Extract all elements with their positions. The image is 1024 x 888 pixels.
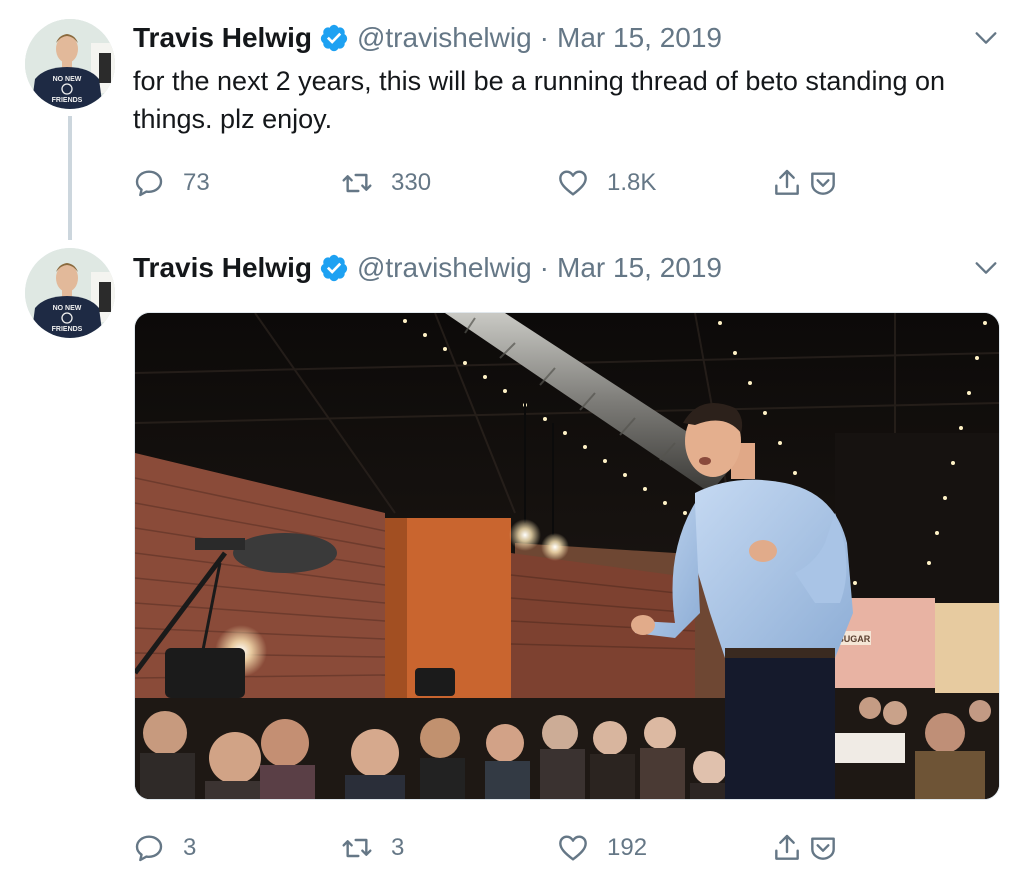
tweet-photo[interactable]: SUGAR — [134, 312, 1000, 800]
tweet-header: Travis Helwig @travishelwig · Mar 15, 20… — [133, 248, 722, 288]
author-handle[interactable]: @travishelwig — [357, 22, 532, 54]
like-button[interactable]: 1.8K — [557, 163, 656, 203]
share-button[interactable] — [771, 163, 843, 203]
reply-icon — [135, 835, 163, 862]
tweet-date[interactable]: Mar 15, 2019 — [557, 22, 722, 54]
verified-badge-icon — [320, 24, 348, 52]
tweet-text: for the next 2 years, this will be a run… — [133, 66, 946, 134]
tweet-actions: 3 3 192 — [133, 828, 853, 868]
svg-text:FRIENDS: FRIENDS — [52, 326, 83, 333]
thread-connector-line — [68, 116, 72, 240]
tweet-actions: 73 330 1.8K — [133, 163, 853, 203]
retweet-button[interactable]: 330 — [341, 163, 431, 203]
avatar-image: NO NEW FRIENDS — [25, 19, 115, 109]
heart-icon — [559, 170, 587, 196]
separator-dot: · — [539, 252, 549, 283]
reply-count: 3 — [183, 834, 197, 861]
like-count: 192 — [607, 834, 648, 861]
svg-text:NO NEW: NO NEW — [53, 76, 82, 83]
svg-text:FRIENDS: FRIENDS — [52, 97, 83, 104]
reply-button[interactable]: 3 — [133, 828, 196, 868]
avatar[interactable]: NO NEW FRIENDS — [25, 248, 115, 338]
tweet[interactable]: NO NEW FRIENDS Travis Helwig @travishelw… — [0, 240, 1024, 888]
tweet-header: Travis Helwig @travishelwig · Mar 15, 20… — [133, 18, 722, 58]
share-button[interactable] — [771, 828, 843, 868]
chevron-down-icon[interactable] — [972, 24, 1000, 52]
svg-text:NO NEW: NO NEW — [53, 305, 82, 312]
retweet-count: 3 — [391, 834, 405, 861]
share-icon — [775, 169, 799, 195]
avatar-image: NO NEW FRIENDS — [25, 248, 115, 338]
like-count: 1.8K — [607, 169, 657, 196]
save-icon[interactable] — [807, 167, 839, 199]
separator-dot: · — [539, 22, 549, 53]
reply-button[interactable]: 73 — [133, 163, 210, 203]
verified-badge-icon — [320, 254, 348, 282]
retweet-button[interactable]: 3 — [341, 828, 404, 868]
author-handle[interactable]: @travishelwig — [357, 252, 532, 284]
chevron-down-icon[interactable] — [972, 254, 1000, 282]
photo-scene: SUGAR — [135, 313, 999, 799]
tweet[interactable]: NO NEW FRIENDS Travis Helwig @travishelw… — [0, 0, 1024, 240]
retweet-icon — [342, 173, 372, 193]
save-icon[interactable] — [807, 832, 839, 864]
author-name[interactable]: Travis Helwig — [133, 252, 312, 284]
reply-count: 73 — [183, 169, 210, 196]
retweet-count: 330 — [391, 169, 432, 196]
like-button[interactable]: 192 — [557, 828, 647, 868]
avatar[interactable]: NO NEW FRIENDS — [25, 19, 115, 109]
share-icon — [775, 834, 799, 860]
heart-icon — [559, 835, 587, 861]
tweet-date[interactable]: Mar 15, 2019 — [557, 252, 722, 284]
reply-icon — [135, 170, 163, 197]
author-name[interactable]: Travis Helwig — [133, 22, 312, 54]
retweet-icon — [342, 838, 372, 858]
